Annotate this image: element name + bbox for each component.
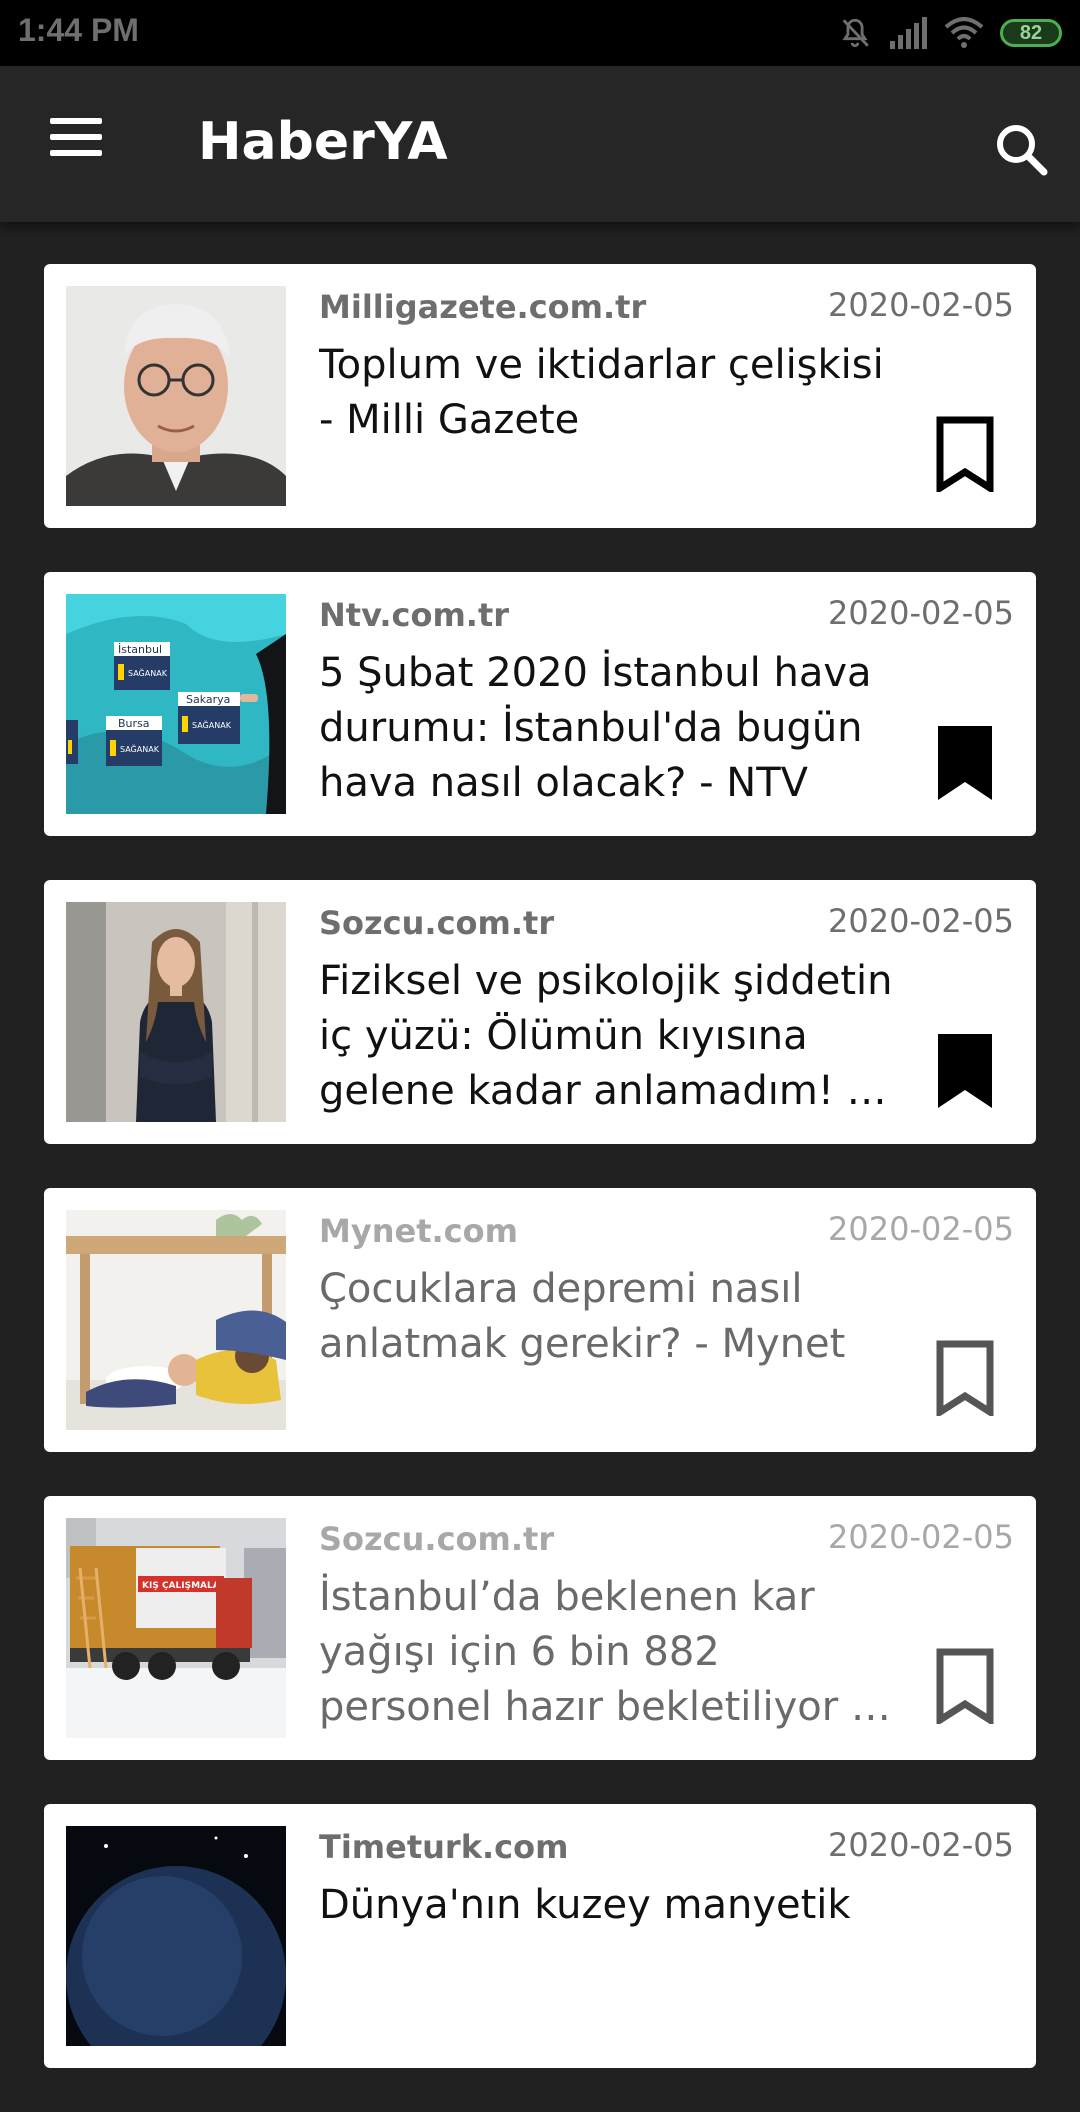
article-date: 2020-02-05 <box>828 1518 1014 1556</box>
news-card[interactable]: İstanbul SAĞANAK Sakarya SAĞANAK Bursa S… <box>44 572 1036 836</box>
article-headline[interactable]: Toplum ve iktidarlar çelişkisi - Milli G… <box>319 338 899 448</box>
article-source: Sozcu.com.tr <box>319 904 555 942</box>
battery-icon: 82 <box>1000 19 1062 47</box>
status-time: 1:44 PM <box>18 12 139 48</box>
svg-text:SAĞANAK: SAĞANAK <box>120 743 160 754</box>
news-thumbnail <box>66 902 286 1122</box>
news-card[interactable]: Sozcu.com.tr 2020-02-05 Fiziksel ve psik… <box>44 880 1036 1144</box>
news-thumbnail <box>66 1210 286 1430</box>
bookmark-outline-icon[interactable] <box>934 1648 996 1724</box>
article-date: 2020-02-05 <box>828 1210 1014 1248</box>
article-headline[interactable]: 5 Şubat 2020 İstanbul hava durumu: İstan… <box>319 646 899 811</box>
mute-icon <box>842 18 869 48</box>
news-thumbnail <box>66 1826 286 2046</box>
news-feed: Milligazete.com.tr 2020-02-05 Toplum ve … <box>44 264 1036 2112</box>
app-bar: HaberYA <box>0 66 1080 222</box>
news-thumbnail <box>66 286 286 506</box>
article-date: 2020-02-05 <box>828 594 1014 632</box>
article-source: Milligazete.com.tr <box>319 288 647 326</box>
news-card[interactable]: KIŞ ÇALIŞMALARI Sozcu.com.tr 2020-02-05 … <box>44 1496 1036 1760</box>
search-button[interactable] <box>982 110 1062 190</box>
bookmark-filled-icon[interactable] <box>934 1032 996 1108</box>
article-date: 2020-02-05 <box>828 286 1014 324</box>
svg-text:Sakarya: Sakarya <box>186 693 230 706</box>
article-date: 2020-02-05 <box>828 1826 1014 1864</box>
status-bar: 1:44 PM 82 <box>0 0 1080 66</box>
news-card[interactable]: Mynet.com 2020-02-05 Çocuklara depremi n… <box>44 1188 1036 1452</box>
signal-icon <box>890 17 927 49</box>
article-date: 2020-02-05 <box>828 902 1014 940</box>
news-card[interactable]: Milligazete.com.tr 2020-02-05 Toplum ve … <box>44 264 1036 528</box>
bookmark-outline-icon[interactable] <box>934 1340 996 1416</box>
article-source: Ntv.com.tr <box>319 596 510 634</box>
article-source: Mynet.com <box>319 1212 518 1250</box>
article-headline[interactable]: Çocuklara depremi nasıl anlatmak gerekir… <box>319 1262 899 1372</box>
menu-button[interactable] <box>34 104 118 170</box>
article-headline[interactable]: Dünya'nın kuzey manyetik <box>319 1878 899 1933</box>
article-headline[interactable]: İstanbul’da beklenen kar yağışı için 6 b… <box>319 1570 899 1735</box>
news-card[interactable]: Timeturk.com 2020-02-05 Dünya'nın kuzey … <box>44 1804 1036 2068</box>
menu-icon <box>50 118 102 156</box>
svg-text:SAĞANAK: SAĞANAK <box>128 667 168 678</box>
battery-level: 82 <box>1019 21 1043 44</box>
bookmark-outline-icon[interactable] <box>934 416 996 492</box>
search-icon <box>997 125 1048 176</box>
bookmark-filled-icon[interactable] <box>934 724 996 800</box>
article-headline[interactable]: Fiziksel ve psikolojik şiddetin iç yüzü:… <box>319 954 899 1119</box>
news-thumbnail: İstanbul SAĞANAK Sakarya SAĞANAK Bursa S… <box>66 594 286 814</box>
svg-text:İstanbul: İstanbul <box>118 643 162 656</box>
article-source: Sozcu.com.tr <box>319 1520 555 1558</box>
status-icons: 82 <box>838 14 1062 52</box>
wifi-icon <box>944 17 984 48</box>
article-source: Timeturk.com <box>319 1828 569 1866</box>
svg-text:Bursa: Bursa <box>118 717 150 730</box>
news-thumbnail: KIŞ ÇALIŞMALARI <box>66 1518 286 1738</box>
app-title: HaberYA <box>198 112 448 172</box>
svg-text:SAĞANAK: SAĞANAK <box>192 719 232 730</box>
